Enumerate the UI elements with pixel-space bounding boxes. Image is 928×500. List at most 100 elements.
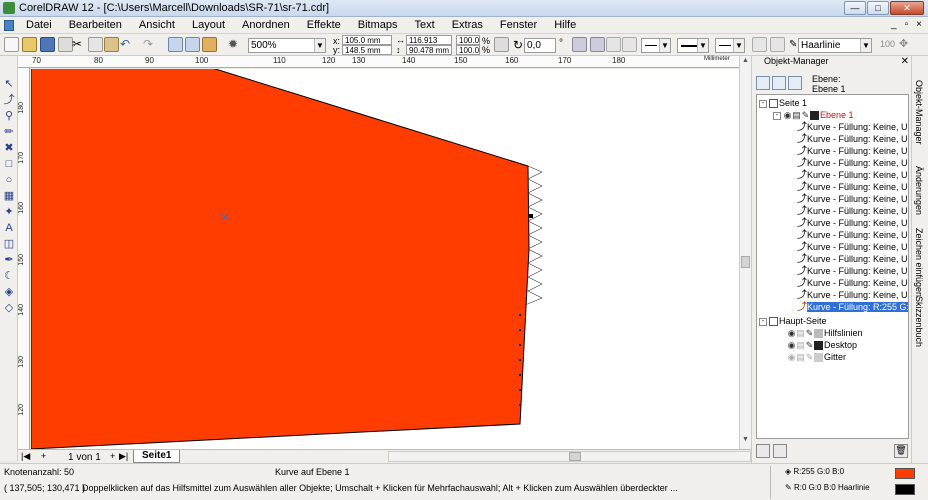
horizontal-scrollbar[interactable] xyxy=(388,451,751,462)
undo-icon[interactable]: ↶ xyxy=(120,37,135,52)
tree-curve-item[interactable]: ⤴Kurve - Füllung: Keine, Umr xyxy=(797,193,908,205)
scroll-down-icon[interactable]: ▼ xyxy=(742,436,749,443)
mirror-horizontal-icon[interactable] xyxy=(572,37,587,52)
end-arrow-combo[interactable]: ▼ xyxy=(715,38,745,53)
printer-icon[interactable]: ▤ xyxy=(796,351,805,363)
horizontal-scroll-thumb[interactable] xyxy=(569,452,581,461)
chevron-down-icon[interactable]: ▼ xyxy=(860,39,871,52)
grid-tool-icon[interactable]: ▦ xyxy=(3,190,15,202)
zoom-combo[interactable]: 500% ▼ xyxy=(248,38,326,53)
menu-hilfe[interactable]: Hilfe xyxy=(554,19,576,31)
close-button[interactable]: ✕ xyxy=(890,1,924,15)
export-icon[interactable] xyxy=(185,37,200,52)
tree-curve-item-selected[interactable]: ⤴Kurve - Füllung: R:255 G:0 B: xyxy=(797,301,908,313)
side-tab-insert-character[interactable]: Zeichen einfügen xyxy=(914,228,924,297)
menu-bitmaps[interactable]: Bitmaps xyxy=(358,19,398,31)
tree-curve-item[interactable]: ⤴Kurve - Füllung: Keine, Umr xyxy=(797,157,908,169)
menu-bearbeiten[interactable]: Bearbeiten xyxy=(69,19,122,31)
add-page-before-icon[interactable]: + xyxy=(41,451,46,461)
layer-manager-view-icon[interactable] xyxy=(788,76,802,90)
show-properties-icon[interactable] xyxy=(756,76,770,90)
tree-curve-item[interactable]: ⤴Kurve - Füllung: Keine, Umr xyxy=(797,121,908,133)
menu-fenster[interactable]: Fenster xyxy=(500,19,537,31)
application-launcher-icon[interactable] xyxy=(202,37,217,52)
selected-curve-shape[interactable] xyxy=(31,69,530,449)
tree-curve-item[interactable]: ⤴Kurve - Füllung: Keine, Umr xyxy=(797,253,908,265)
tree-curve-item[interactable]: ⤴Kurve - Füllung: Keine, Umr xyxy=(797,265,908,277)
corel-online-icon[interactable]: ✹ xyxy=(228,37,243,52)
open-icon[interactable] xyxy=(22,37,37,52)
eye-icon[interactable]: ◉ xyxy=(787,327,796,339)
freehand-tool-icon[interactable]: ✏ xyxy=(3,126,15,138)
tree-curve-item[interactable]: ⤴Kurve - Füllung: Keine, Umr xyxy=(797,133,908,145)
redo-icon[interactable]: ↷ xyxy=(143,37,158,52)
width-input[interactable]: 116.913 mm xyxy=(406,35,452,54)
collapse-icon[interactable]: - xyxy=(759,317,767,326)
fill-tool-icon[interactable]: ◈ xyxy=(3,286,15,298)
first-page-icon[interactable]: |◀ xyxy=(21,451,30,462)
tree-curve-item[interactable]: ⤴Kurve - Füllung: Keine, Umr xyxy=(797,217,908,229)
menu-effekte[interactable]: Effekte xyxy=(307,19,341,31)
tree-node-grid-layer[interactable]: ◉▤✎ Gitter xyxy=(787,351,846,363)
eye-icon[interactable]: ◉ xyxy=(783,109,792,121)
outline-width-combo[interactable]: Haarlinie ▼ xyxy=(798,38,872,53)
selection-handle[interactable] xyxy=(529,214,533,218)
fill-color-swatch[interactable] xyxy=(895,468,915,479)
last-page-icon[interactable]: ▶| xyxy=(119,451,128,462)
document-icon[interactable] xyxy=(4,20,14,31)
chevron-down-icon[interactable]: ▼ xyxy=(733,39,744,52)
side-tab-scrapbook[interactable]: Skizzenbuch xyxy=(914,296,924,347)
chevron-down-icon[interactable]: ▼ xyxy=(697,39,708,52)
side-tab-changes[interactable]: Änderungen xyxy=(914,166,924,215)
rectangle-tool-icon[interactable]: □ xyxy=(3,158,15,170)
pencil-icon[interactable]: ✎ xyxy=(805,339,814,351)
menu-ansicht[interactable]: Ansicht xyxy=(139,19,175,31)
new-master-layer-icon[interactable] xyxy=(773,444,787,458)
tree-node-guides-layer[interactable]: ◉▤✎ Hilfslinien xyxy=(787,327,863,339)
lock-ratio-icon[interactable] xyxy=(494,37,509,52)
tree-curve-item[interactable]: ⤴Kurve - Füllung: Keine, Umr xyxy=(797,277,908,289)
copy-icon[interactable] xyxy=(88,37,103,52)
tree-curve-item[interactable]: ⤴Kurve - Füllung: Keine, Umr xyxy=(797,289,908,301)
interactive-fill-tool-icon[interactable]: ◇ xyxy=(3,302,15,314)
menu-datei[interactable]: Datei xyxy=(26,19,52,31)
tree-curve-item[interactable]: ⤴Kurve - Füllung: Keine, Umr xyxy=(797,145,908,157)
menu-text[interactable]: Text xyxy=(415,19,435,31)
new-layer-icon[interactable] xyxy=(756,444,770,458)
side-tab-object-manager[interactable]: Objekt-Manager xyxy=(914,80,924,145)
pencil-icon[interactable]: ✎ xyxy=(805,327,814,339)
mdi-minimize-button[interactable]: _ xyxy=(891,19,897,30)
chevron-down-icon[interactable]: ▼ xyxy=(314,39,325,52)
to-curve-icon[interactable] xyxy=(606,37,621,52)
vertical-scrollbar[interactable]: ▲ ▼ xyxy=(739,56,751,449)
smart-fill-tool-icon[interactable]: ✖ xyxy=(3,142,15,154)
tree-node-layer[interactable]: - ◉▤✎ Ebene 1 xyxy=(773,109,854,121)
tree-curve-item[interactable]: ⤴Kurve - Füllung: Keine, Umr xyxy=(797,181,908,193)
add-page-after-icon[interactable]: + xyxy=(110,451,115,461)
collapse-icon[interactable]: - xyxy=(773,111,781,120)
start-arrow-combo[interactable]: ▼ xyxy=(641,38,671,53)
scale-y-input[interactable]: 100.0 xyxy=(456,45,480,55)
vertical-scroll-thumb[interactable] xyxy=(741,256,750,268)
tree-node-desktop-layer[interactable]: ◉▤✎ Desktop xyxy=(787,339,857,351)
tree-curve-item[interactable]: ⤴Kurve - Füllung: Keine, Umr xyxy=(797,241,908,253)
front-icon[interactable] xyxy=(770,37,785,52)
mdi-close-button[interactable]: × xyxy=(916,19,922,30)
pencil-icon[interactable]: ✎ xyxy=(801,109,810,121)
outline-color-swatch[interactable] xyxy=(895,484,915,495)
tree-node-master-page[interactable]: - Haupt-Seite xyxy=(759,315,827,327)
tree-curve-item[interactable]: ⤴Kurve - Füllung: Keine, Umr xyxy=(797,205,908,217)
docker-close-icon[interactable]: ✕ xyxy=(901,56,909,67)
basic-shapes-tool-icon[interactable]: ✦ xyxy=(3,206,15,218)
minimize-button[interactable]: — xyxy=(844,1,866,15)
mdi-restore-button[interactable]: ▫ xyxy=(905,19,909,30)
shape-tool-icon[interactable]: ⤴ xyxy=(3,94,15,106)
tree-curve-item[interactable]: ⤴Kurve - Füllung: Keine, Umr xyxy=(797,169,908,181)
opacity-stepper[interactable]: ✥ xyxy=(899,37,908,50)
printer-icon[interactable]: ▤ xyxy=(796,327,805,339)
interactive-blend-tool-icon[interactable]: ◫ xyxy=(3,238,15,250)
text-tool-icon[interactable]: A xyxy=(3,222,15,234)
tree-curve-item[interactable]: ⤴Kurve - Füllung: Keine, Umr xyxy=(797,229,908,241)
vertical-ruler[interactable]: 180 170 160 150 140 130 120 xyxy=(18,68,30,449)
printer-icon[interactable]: ▤ xyxy=(792,109,801,121)
